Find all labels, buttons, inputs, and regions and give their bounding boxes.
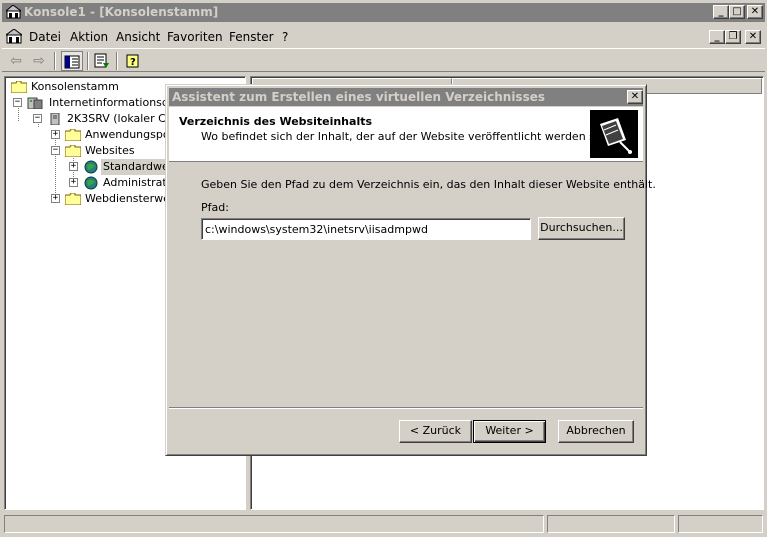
menu-favoriten[interactable]: Favoriten bbox=[167, 30, 223, 44]
menu-datei[interactable]: Datei bbox=[29, 30, 61, 44]
folder-icon bbox=[65, 193, 81, 205]
wizard-dialog: Assistent zum Erstellen eines virtuellen… bbox=[165, 84, 656, 456]
window-titlebar[interactable]: Konsole1 - [Konsolenstamm] _ □ ✕ bbox=[2, 3, 765, 22]
collapse-icon[interactable]: − bbox=[13, 98, 22, 107]
cancel-button[interactable]: Abbrechen bbox=[558, 420, 634, 443]
expand-icon[interactable]: + bbox=[69, 178, 78, 187]
minimize-button[interactable]: _ bbox=[713, 5, 729, 19]
status-bar bbox=[2, 514, 765, 534]
expand-icon[interactable]: + bbox=[51, 130, 60, 139]
svg-text:?: ? bbox=[130, 57, 136, 68]
wizard-book-icon bbox=[590, 110, 638, 158]
website-globe-icon bbox=[84, 160, 98, 174]
mmc-app-icon bbox=[6, 5, 21, 19]
maximize-button[interactable]: □ bbox=[729, 5, 745, 19]
help-icon[interactable]: ? bbox=[122, 51, 144, 71]
close-button[interactable]: ✕ bbox=[747, 5, 763, 19]
website-globe-icon bbox=[84, 176, 98, 190]
dialog-close-button[interactable]: ✕ bbox=[627, 90, 643, 104]
menu-fenster[interactable]: Fenster bbox=[229, 30, 274, 44]
browse-button[interactable]: Durchsuchen... bbox=[538, 217, 625, 240]
status-panel bbox=[678, 515, 763, 533]
child-close-button[interactable]: ✕ bbox=[745, 30, 761, 44]
status-panel bbox=[547, 515, 675, 533]
back-button[interactable]: < Zurück bbox=[399, 420, 472, 443]
toolbar-separator bbox=[54, 52, 56, 70]
folder-icon bbox=[65, 129, 81, 141]
collapse-icon[interactable]: − bbox=[33, 114, 42, 123]
export-list-icon[interactable] bbox=[91, 51, 113, 71]
wizard-page-title: Verzeichnis des Websiteinhalts bbox=[179, 115, 373, 128]
tree-node-label: Websites bbox=[85, 144, 135, 157]
collapse-icon[interactable]: − bbox=[51, 146, 60, 155]
menu-bar: Datei Aktion Ansicht Favoriten Fenster ?… bbox=[2, 26, 765, 47]
toolbar: ⇦ ⇨ ? bbox=[2, 48, 765, 72]
child-minimize-button[interactable]: _ bbox=[709, 30, 725, 44]
dialog-titlebar[interactable]: Assistent zum Erstellen eines virtuellen… bbox=[169, 88, 643, 106]
server-icon bbox=[50, 113, 60, 125]
tree-node-label: Konsolenstamm bbox=[31, 80, 119, 93]
status-panel bbox=[4, 515, 544, 533]
dialog-title: Assistent zum Erstellen eines virtuellen… bbox=[172, 90, 546, 104]
window-title: Konsole1 - [Konsolenstamm] bbox=[24, 5, 219, 19]
path-label: Pfad: bbox=[201, 201, 229, 214]
folder-icon bbox=[11, 81, 27, 93]
iis-icon bbox=[27, 97, 43, 109]
next-button[interactable]: Weiter > bbox=[473, 420, 546, 443]
open-folder-icon bbox=[65, 145, 81, 157]
wizard-page-subtitle: Wo befindet sich der Inhalt, der auf der… bbox=[201, 130, 614, 143]
console-icon[interactable] bbox=[6, 29, 22, 44]
back-arrow-icon[interactable]: ⇦ bbox=[5, 51, 27, 71]
toolbar-separator bbox=[116, 52, 118, 70]
wizard-header: Verzeichnis des Websiteinhalts Wo befind… bbox=[169, 107, 643, 162]
show-hide-tree-icon[interactable] bbox=[61, 51, 83, 71]
child-restore-button[interactable]: ❐ bbox=[725, 30, 741, 44]
toolbar-separator bbox=[87, 52, 89, 70]
expand-icon[interactable]: + bbox=[69, 162, 78, 171]
menu-ansicht[interactable]: Ansicht bbox=[116, 30, 160, 44]
expand-icon[interactable]: + bbox=[51, 194, 60, 203]
menu-help[interactable]: ? bbox=[282, 30, 288, 44]
mmc-window: Konsole1 - [Konsolenstamm] _ □ ✕ Datei A… bbox=[0, 0, 767, 537]
path-input[interactable] bbox=[201, 218, 531, 240]
forward-arrow-icon[interactable]: ⇨ bbox=[28, 51, 50, 71]
wizard-instructions: Geben Sie den Pfad zu dem Verzeichnis ei… bbox=[201, 178, 656, 191]
tree-node-label: Standardwel bbox=[101, 159, 174, 175]
dialog-separator bbox=[169, 407, 643, 409]
menu-aktion[interactable]: Aktion bbox=[70, 30, 108, 44]
